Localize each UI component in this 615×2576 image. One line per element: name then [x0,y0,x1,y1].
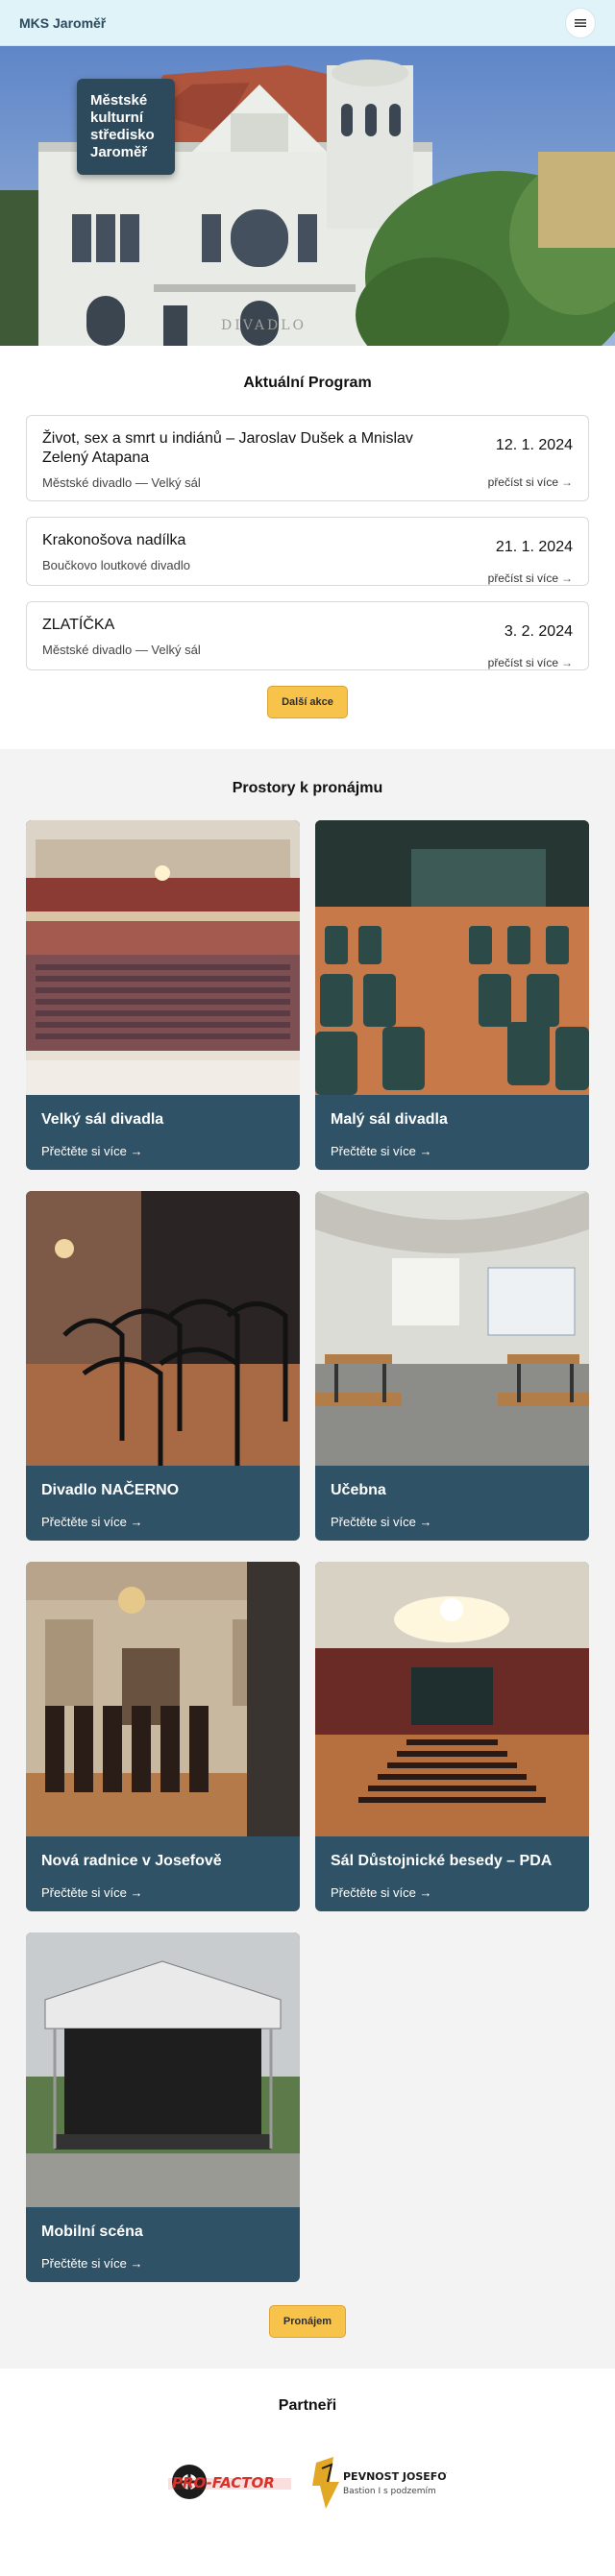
space-card[interactable]: Sál Důstojnické besedy – PDA Přečtěte si… [315,1562,589,1911]
partners-section: Partneři PRO-FACTOR PEVNOST JOSEFOV Bast… [0,2369,615,2549]
space-card-title: Divadlo NAČERNO [41,1482,180,1498]
space-read-more-link[interactable]: Přečtěte si více → [41,1144,284,1158]
space-card[interactable]: Nová radnice v Josefově Přečtěte si více… [26,1562,300,1911]
spaces-section: Prostory k pronájmu Velký sál divadla Př… [0,749,615,2369]
arrow-right-icon: → [419,1885,432,1900]
svg-text:Bastion I s podzemím: Bastion I s podzemím [343,2487,436,2496]
read-more-label: Přečtěte si více [41,1885,127,1900]
rent-button[interactable]: Pronájem [268,2305,347,2338]
event-venue: Boučkovo loutkové divadlo [42,558,190,572]
site-header: MKS Jaroměř [0,0,615,46]
program-heading: Aktuální Program [243,375,372,391]
read-more-label: přečíst si více [487,475,558,489]
read-more-label: Přečtěte si více [41,1144,127,1158]
arrow-right-icon: → [130,1885,143,1900]
svg-text:PEVNOST JOSEFOV: PEVNOST JOSEFOV [343,2470,447,2483]
space-card-title: Malý sál divadla [331,1111,448,1128]
site-brand[interactable]: MKS Jaroměř [19,15,106,31]
space-read-more-link[interactable]: Přečtěte si více → [331,1885,574,1900]
hero-banner: DIVADLO Městské kulturní středisko Jarom… [0,46,615,346]
officers-hall-photo [315,1562,589,1836]
space-read-more-link[interactable]: Přečtěte si více → [331,1144,574,1158]
space-card-title: Nová radnice v Josefově [41,1853,222,1869]
event-card[interactable]: ZLATÍČKA Městské divadlo — Velký sál 3. … [26,601,589,670]
event-card[interactable]: Krakonošova nadílka Boučkovo loutkové di… [26,517,589,586]
menu-button[interactable] [565,7,596,38]
arrow-right-icon: → [419,1144,432,1158]
hero-title: Městské kulturní středisko Jaroměř [77,79,175,175]
read-more-label: Přečtěte si více [41,1515,127,1529]
space-card[interactable]: Mobilní scéna Přečtěte si více → [26,1932,300,2282]
more-events-button[interactable]: Další akce [267,686,348,718]
event-date: 3. 2. 2024 [504,623,573,640]
read-more-label: Přečtěte si více [41,2256,127,2271]
read-more-label: Přečtěte si více [331,1515,416,1529]
event-date: 12. 1. 2024 [495,437,573,453]
program-section: Aktuální Program Život, sex a smrt u ind… [0,346,615,749]
event-title: ZLATÍČKA [42,617,115,633]
mobile-stage-photo [26,1932,300,2207]
space-card[interactable]: Velký sál divadla Přečtěte si více → [26,820,300,1170]
read-more-label: Přečtěte si více [331,1144,416,1158]
space-card-title: Mobilní scéna [41,2224,143,2240]
profactor-logo[interactable]: PRO-FACTOR [168,2453,293,2511]
space-card-title: Velký sál divadla [41,1111,164,1128]
event-read-more-link[interactable]: přečíst si více → [488,656,573,669]
arrow-right-icon: → [419,1515,432,1529]
event-venue: Městské divadlo — Velký sál [42,475,201,490]
event-date: 21. 1. 2024 [495,539,573,555]
nacerno-theatre-photo [26,1191,300,1466]
space-card-title: Sál Důstojnické besedy – PDA [331,1853,553,1869]
event-read-more-link[interactable]: přečíst si více → [488,571,573,585]
partners-heading: Partneři [278,2397,337,2414]
svg-text:PRO-FACTOR: PRO-FACTOR [172,2474,275,2491]
space-read-more-link[interactable]: Přečtěte si více → [41,2256,284,2271]
building-sign: DIVADLO [221,318,307,333]
arrow-right-icon: → [130,2256,143,2271]
town-hall-photo [26,1562,300,1836]
read-more-label: přečíst si více [487,656,558,669]
event-title: Život, sex a smrt u indiánů – Jaroslav D… [42,430,413,466]
space-read-more-link[interactable]: Přečtěte si více → [41,1885,284,1900]
arrow-right-icon: → [561,475,573,489]
great-hall-photo [26,820,300,1095]
event-title: Krakonošova nadílka [42,532,186,548]
space-read-more-link[interactable]: Přečtěte si více → [331,1515,574,1529]
space-card-title: Učebna [331,1482,386,1498]
arrow-right-icon: → [561,656,573,669]
space-card[interactable]: Učebna Přečtěte si více → [315,1191,589,1541]
event-venue: Městské divadlo — Velký sál [42,643,201,657]
small-hall-photo [315,820,589,1095]
space-card[interactable]: Malý sál divadla Přečtěte si více → [315,820,589,1170]
space-card[interactable]: Divadlo NAČERNO Přečtěte si více → [26,1191,300,1541]
classroom-photo [315,1191,589,1466]
arrow-right-icon: → [130,1144,143,1158]
pevnost-josefov-logo[interactable]: PEVNOST JOSEFOV Bastion I s podzemím [312,2453,447,2511]
hamburger-icon [575,18,586,27]
arrow-right-icon: → [561,571,573,585]
arrow-right-icon: → [130,1515,143,1529]
event-read-more-link[interactable]: přečíst si více → [488,475,573,489]
space-read-more-link[interactable]: Přečtěte si více → [41,1515,284,1529]
read-more-label: přečíst si více [487,571,558,585]
event-card[interactable]: Život, sex a smrt u indiánů – Jaroslav D… [26,415,589,501]
spaces-heading: Prostory k pronájmu [232,780,383,796]
read-more-label: Přečtěte si více [331,1885,416,1900]
